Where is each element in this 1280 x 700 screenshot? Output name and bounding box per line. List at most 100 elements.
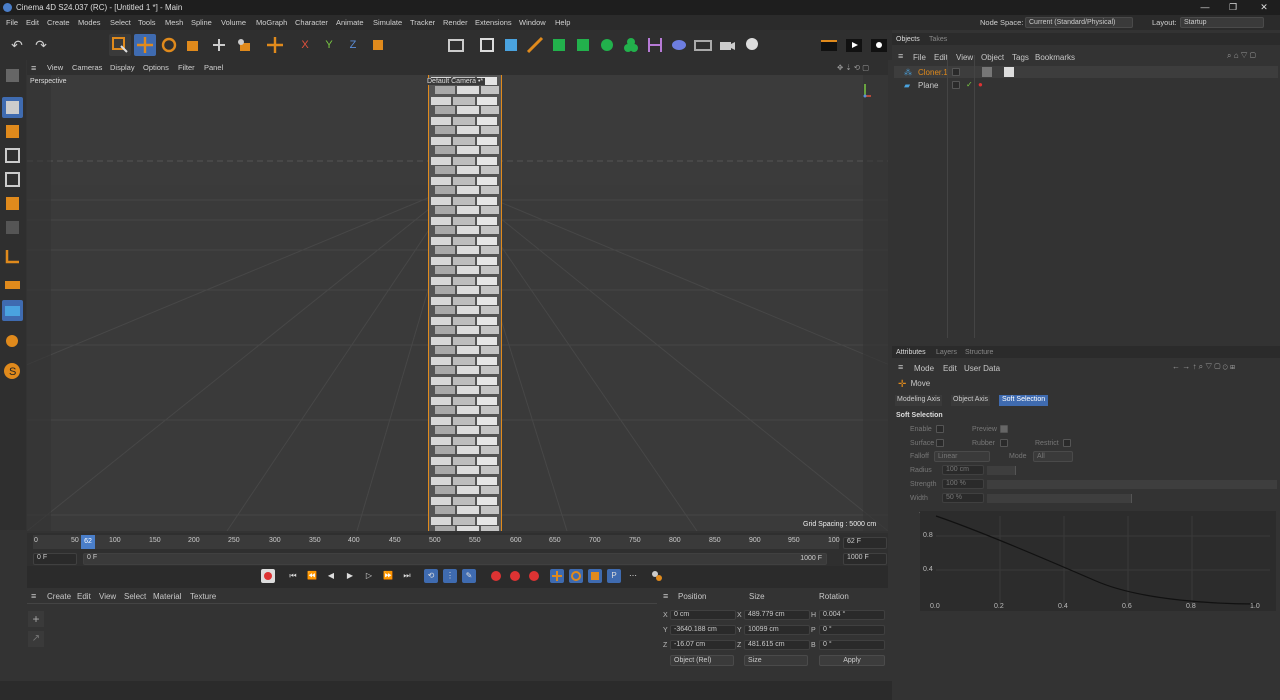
- menu-tracker[interactable]: Tracker: [410, 18, 435, 27]
- light-icon[interactable]: [741, 34, 763, 56]
- menu-modes[interactable]: Modes: [78, 18, 101, 27]
- menu-mesh[interactable]: Mesh: [165, 18, 183, 27]
- keyframe-selection-icon[interactable]: [527, 569, 541, 583]
- view-icon[interactable]: [445, 34, 467, 56]
- make-editable-icon[interactable]: [2, 65, 23, 86]
- move-tool-icon[interactable]: [134, 34, 156, 56]
- tab-structure[interactable]: Structure: [965, 349, 993, 356]
- key-param-icon[interactable]: P: [607, 569, 621, 583]
- subtab-soft-selection[interactable]: Soft Selection: [999, 395, 1049, 406]
- cloner-icon[interactable]: [596, 34, 618, 56]
- object-name-plane[interactable]: Plane: [918, 81, 938, 90]
- axis-mode-icon[interactable]: [2, 246, 23, 267]
- prev-frame-icon[interactable]: ◀: [324, 569, 338, 583]
- key-scale-icon[interactable]: [588, 569, 602, 583]
- current-frame-marker[interactable]: 62: [81, 535, 95, 549]
- loop-icon[interactable]: ⟲: [424, 569, 438, 583]
- objects-search-icons[interactable]: ⌕ ⌂ ▽ ▢: [1227, 51, 1256, 61]
- go-to-start-icon[interactable]: ⏮: [286, 569, 300, 583]
- attributes-nav-icons[interactable]: ← → ↑ ⌕ ▽ ▢ ⊙ ⊞: [1172, 362, 1235, 372]
- tab-layers[interactable]: Layers: [936, 349, 957, 356]
- scene-icon[interactable]: [692, 34, 714, 56]
- viewport-perspective[interactable]: Perspective Default Camera •* Grid Spaci…: [27, 75, 888, 531]
- apply-button[interactable]: Apply: [819, 655, 885, 666]
- vp-menu-options[interactable]: Options: [143, 63, 169, 72]
- next-frame-icon[interactable]: ▷: [362, 569, 376, 583]
- pos-z-field[interactable]: -16.07 cm: [670, 640, 736, 650]
- live-selection-icon[interactable]: [109, 34, 131, 56]
- uv-mode-icon[interactable]: [2, 217, 23, 238]
- subtab-object-axis[interactable]: Object Axis: [951, 395, 991, 406]
- field-icon[interactable]: [668, 34, 690, 56]
- menu-render[interactable]: Render: [443, 18, 468, 27]
- point-mode-icon[interactable]: [2, 145, 23, 166]
- menu-file[interactable]: File: [6, 18, 18, 27]
- obj-menu-tags[interactable]: Tags: [1012, 53, 1029, 62]
- maximize-button[interactable]: ❐: [1219, 0, 1247, 15]
- vp-menu-cameras[interactable]: Cameras: [72, 63, 102, 72]
- menu-edit[interactable]: Edit: [26, 18, 39, 27]
- subtab-modeling-axis[interactable]: Modeling Axis: [895, 395, 943, 406]
- plane-enabled-icon[interactable]: ✓: [966, 80, 973, 89]
- key-position-icon[interactable]: [550, 569, 564, 583]
- size-y-field[interactable]: 10099 cm: [744, 625, 810, 635]
- surface-checkbox[interactable]: [936, 439, 944, 447]
- mat-menu-edit[interactable]: Edit: [77, 592, 91, 601]
- radius-field[interactable]: 100 cm: [942, 465, 984, 475]
- enable-checkbox[interactable]: [936, 425, 944, 433]
- width-slider[interactable]: [987, 494, 1132, 503]
- size-z-field[interactable]: 481.615 cm: [744, 640, 810, 650]
- texture-mode-icon[interactable]: [2, 121, 23, 142]
- menu-help[interactable]: Help: [555, 18, 570, 27]
- size-mode-select[interactable]: Size: [744, 655, 808, 666]
- pos-x-field[interactable]: 0 cm: [670, 610, 736, 620]
- close-button[interactable]: ✕: [1250, 0, 1278, 15]
- viewport-nav-icons[interactable]: ✥ ⇣ ⟲ ▢: [837, 63, 869, 72]
- redo-icon[interactable]: ↷: [30, 34, 52, 56]
- menu-volume[interactable]: Volume: [221, 18, 246, 27]
- tab-takes[interactable]: Takes: [929, 36, 947, 43]
- obj-menu-file[interactable]: File: [913, 53, 926, 62]
- nodespace-select[interactable]: Current (Standard/Physical): [1025, 17, 1133, 28]
- mat-menu-create[interactable]: Create: [47, 592, 71, 601]
- end-frame-field[interactable]: 1000 F: [843, 553, 887, 565]
- coord-mode-select[interactable]: Object (Rel): [670, 655, 734, 666]
- menu-mograph[interactable]: MoGraph: [256, 18, 287, 27]
- menu-extensions[interactable]: Extensions: [475, 18, 512, 27]
- play-icon[interactable]: ▶: [343, 569, 357, 583]
- vp-menu-filter[interactable]: Filter: [178, 63, 195, 72]
- timeline-ruler[interactable]: 0 50 62 100 150 200 250 300 350 400 450 …: [33, 535, 840, 549]
- new-material-icon[interactable]: +: [28, 611, 44, 627]
- scale-tool-icon[interactable]: [182, 34, 204, 56]
- material-edit-icon[interactable]: ↗: [28, 631, 44, 647]
- cloner-object[interactable]: [428, 75, 502, 531]
- create-object-icon[interactable]: [264, 34, 286, 56]
- start-frame-field[interactable]: 0 F: [33, 553, 77, 565]
- cube-icon[interactable]: [500, 34, 522, 56]
- transform-tool-icon[interactable]: [208, 34, 230, 56]
- go-to-end-icon[interactable]: ⏭: [400, 569, 414, 583]
- camera-icon[interactable]: [716, 34, 738, 56]
- locked-workplane-icon[interactable]: [2, 300, 23, 321]
- rot-p-field[interactable]: 0 °: [819, 625, 885, 635]
- render-view-icon[interactable]: [843, 34, 865, 56]
- preview-checkbox[interactable]: [1000, 425, 1008, 433]
- rotate-tool-icon[interactable]: [158, 34, 180, 56]
- pen-icon[interactable]: [524, 34, 546, 56]
- obj-menu-object[interactable]: Object: [981, 53, 1004, 62]
- viewport-hamburger-icon[interactable]: ≡: [31, 63, 36, 73]
- obj-menu-edit[interactable]: Edit: [934, 53, 948, 62]
- size-x-field[interactable]: 489.779 cm: [744, 610, 810, 620]
- key-rotation-icon[interactable]: [569, 569, 583, 583]
- rot-b-field[interactable]: 0 °: [819, 640, 885, 650]
- edge-mode-icon[interactable]: [2, 169, 23, 190]
- restrict-checkbox[interactable]: [1063, 439, 1071, 447]
- vp-menu-panel[interactable]: Panel: [204, 63, 223, 72]
- x-axis-icon[interactable]: X: [294, 34, 316, 56]
- attr-menu-userdata[interactable]: User Data: [964, 364, 1000, 373]
- record-keyframe-icon[interactable]: [261, 569, 275, 583]
- radius-slider[interactable]: [987, 466, 1016, 475]
- menu-simulate[interactable]: Simulate: [373, 18, 402, 27]
- prev-key-icon[interactable]: ⏪: [305, 569, 319, 583]
- menu-spline[interactable]: Spline: [191, 18, 212, 27]
